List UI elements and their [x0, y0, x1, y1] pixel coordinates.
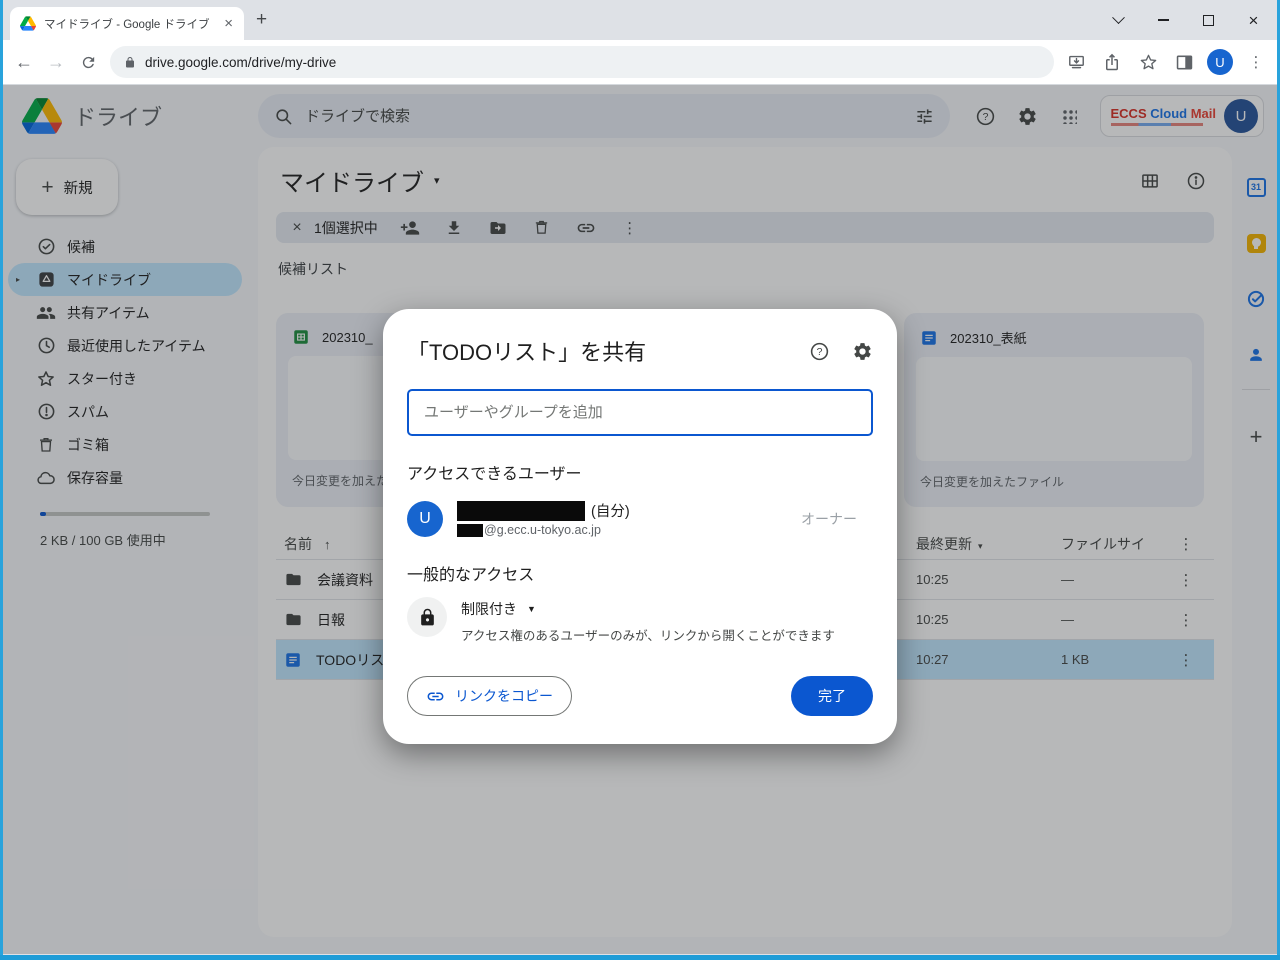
forward-button: →	[47, 51, 65, 72]
share-settings-gear-icon[interactable]	[852, 341, 873, 362]
owner-email-domain: @g.ecc.u-tokyo.ac.jp	[484, 523, 601, 537]
titlebar: マイドライブ - Google ドライブ × + ×	[0, 0, 1280, 40]
access-mode-dropdown[interactable]: 制限付き ▼	[461, 599, 835, 619]
dialog-title: 「TODOリスト」を共有	[407, 340, 647, 365]
drive-favicon	[20, 16, 36, 31]
owner-self-suffix: (自分)	[591, 504, 630, 520]
browser-profile-avatar[interactable]: U	[1207, 49, 1233, 75]
window-minimize-button[interactable]	[1141, 0, 1186, 40]
help-icon[interactable]: ?	[809, 341, 830, 362]
bookmark-star-icon[interactable]	[1132, 46, 1164, 78]
side-panel-icon[interactable]	[1168, 46, 1200, 78]
browser-menu-icon[interactable]: ⋮	[1240, 46, 1272, 78]
save-page-icon[interactable]	[1060, 46, 1092, 78]
window-maximize-button[interactable]	[1186, 0, 1231, 40]
access-description: アクセス権のあるユーザーのみが、リンクから開くことができます	[461, 629, 835, 643]
share-dialog: 「TODOリスト」を共有 ? アクセスできるユーザー U (自分)	[383, 309, 897, 744]
address-bar[interactable]: drive.google.com/drive/my-drive	[110, 46, 1054, 78]
copy-link-button[interactable]: リンクをコピー	[407, 676, 572, 716]
capture-border	[0, 0, 3, 960]
redacted-email-local-part	[457, 523, 483, 537]
url-text: drive.google.com/drive/my-drive	[145, 54, 337, 70]
lock-icon	[407, 597, 447, 637]
tab-close-icon[interactable]: ×	[221, 16, 236, 31]
tab-title: マイドライブ - Google ドライブ	[44, 18, 210, 31]
owner-avatar: U	[407, 500, 443, 537]
tab-search-icon[interactable]	[1096, 0, 1141, 40]
redacted-owner-name	[457, 500, 585, 521]
new-tab-button[interactable]: +	[256, 10, 267, 29]
drive-page: ドライブ ?	[0, 85, 1280, 954]
general-access-label: 一般的なアクセス	[407, 567, 535, 584]
people-with-access-label: アクセスできるユーザー	[407, 466, 582, 483]
owner-row[interactable]: U (自分) @g.ecc.u-tokyo.ac.jp オーナー	[407, 500, 873, 537]
link-icon	[426, 687, 445, 706]
add-people-input[interactable]	[407, 389, 873, 436]
browser-tab[interactable]: マイドライブ - Google ドライブ ×	[10, 7, 244, 40]
reload-button[interactable]	[72, 46, 104, 78]
capture-border	[0, 955, 1280, 960]
https-lock-icon[interactable]	[124, 56, 136, 69]
done-button[interactable]: 完了	[791, 676, 873, 716]
back-button[interactable]: ←	[8, 46, 40, 78]
share-icon[interactable]	[1096, 46, 1128, 78]
browser-window: マイドライブ - Google ドライブ × + × ← → drive.goo…	[0, 0, 1280, 960]
svg-text:?: ?	[817, 346, 823, 358]
dropdown-caret-icon: ▼	[527, 604, 536, 614]
window-close-button[interactable]: ×	[1231, 0, 1276, 40]
browser-toolbar: ← → drive.google.com/drive/my-drive U ⋮	[0, 40, 1280, 85]
owner-role-label: オーナー	[801, 510, 857, 527]
